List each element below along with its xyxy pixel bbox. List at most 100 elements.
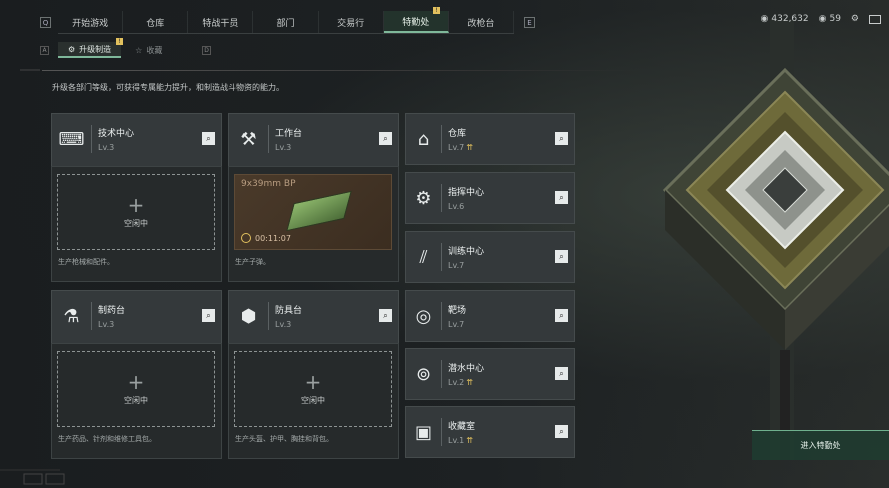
card-title: 工作台	[275, 129, 303, 139]
currency-display: ◉ 432,632	[761, 14, 809, 24]
search-icon[interactable]: ⌕	[202, 309, 215, 322]
department-card-armor[interactable]: ⬢ 防具台 Lv.3 ⌕ + 空闲中 生产头盔、护甲、胸挂和背包。	[228, 290, 399, 459]
card-level: Lv.7	[448, 320, 466, 329]
star-icon: ☆	[135, 45, 143, 55]
tab-label: 交易行	[337, 18, 365, 29]
card-info: 防具台 Lv.3	[275, 303, 302, 329]
card-info: 仓库 Lv.7 ⇈	[448, 126, 473, 152]
dumbbell-icon: ⫽	[406, 243, 442, 271]
crafting-product[interactable]: 9x39mm BP 00:11:07	[234, 174, 392, 250]
craft-slot: + 空闲中 生产枪械和配件。	[51, 166, 222, 282]
card-footer: 生产药品、针剂和维修工具包。	[58, 435, 156, 443]
tab-label: 仓库	[146, 18, 165, 29]
department-card-warehouse[interactable]: ⌂ 仓库 Lv.7 ⇈ ⌕	[405, 113, 575, 165]
divider	[42, 70, 642, 71]
card-header: ⬢ 防具台 Lv.3 ⌕	[229, 291, 398, 341]
nav-prev-key[interactable]: Q	[40, 17, 51, 28]
plus-icon: +	[127, 369, 145, 394]
tab-gunsmith[interactable]: 改枪台	[449, 11, 514, 33]
warehouse-icon: ⌂	[406, 125, 442, 153]
collection-icon: ▣	[406, 418, 442, 446]
level-text: Lv.3	[98, 320, 115, 329]
settings-icon[interactable]: ⚙	[851, 14, 859, 24]
card-info: 技术中心 Lv.3	[98, 126, 134, 152]
level-text: Lv.1	[448, 436, 465, 445]
search-icon[interactable]: ⌕	[555, 425, 568, 438]
level-text: Lv.7	[448, 320, 465, 329]
card-footer: 生产子弹。	[235, 258, 270, 266]
search-icon[interactable]: ⌕	[555, 132, 568, 145]
tab-warehouse[interactable]: 仓库	[123, 11, 189, 33]
card-footer: 生产枪械和配件。	[58, 258, 114, 266]
notification-badge: !	[116, 38, 124, 45]
card-info: 训练中心 Lv.7	[448, 244, 484, 270]
timer-text: 00:11:07	[255, 233, 291, 243]
subtab-upgrade-craft[interactable]: ⚙ 升级制造!	[58, 38, 124, 58]
page-description: 升级各部门等级，可获得专属能力提升，和制造战斗物资的能力。	[52, 83, 284, 92]
upgrade-icon: ⇈	[466, 436, 473, 445]
card-title: 仓库	[448, 129, 467, 139]
department-card-workbench[interactable]: ⚒ 工作台 Lv.3 ⌕ 9x39mm BP 00:11:07 生产子弹。	[228, 113, 399, 282]
craft-slot: + 空闲中 生产头盔、护甲、胸挂和背包。	[228, 343, 399, 459]
subnav-next-key[interactable]: D	[202, 46, 211, 55]
coin-icon: ◉	[760, 14, 769, 24]
department-card-training[interactable]: ⫽ 训练中心 Lv.7 ⌕	[405, 231, 575, 283]
tab-operators[interactable]: 特战干员	[188, 11, 254, 33]
department-card-collection[interactable]: ▣ 收藏室 Lv.1 ⇈ ⌕	[405, 406, 575, 458]
card-info: 工作台 Lv.3	[275, 126, 302, 152]
card-level: Lv.3	[98, 143, 134, 152]
slot-status: 空闲中	[124, 218, 148, 228]
search-icon[interactable]: ⌕	[555, 191, 568, 204]
upgrade-icon: ⇈	[466, 378, 473, 387]
plus-icon: +	[304, 369, 322, 394]
nav-next-key[interactable]: E	[524, 17, 535, 28]
card-level: Lv.7 ⇈	[448, 143, 473, 152]
card-info: 靶场 Lv.7	[448, 303, 466, 329]
search-icon[interactable]: ⌕	[555, 367, 568, 380]
slot-status: 空闲中	[124, 395, 148, 405]
subtab-favorites[interactable]: ☆ 收藏	[125, 42, 172, 58]
cubes-icon: ⬢	[229, 302, 269, 330]
card-title: 训练中心	[448, 247, 485, 257]
tab-label: 特勤处	[402, 17, 430, 28]
tab-start-game[interactable]: 开始游戏	[58, 11, 124, 33]
tab-departments[interactable]: 部门	[253, 11, 319, 33]
card-level: Lv.2 ⇈	[448, 378, 484, 387]
card-level: Lv.7	[448, 261, 484, 270]
level-text: Lv.7	[448, 261, 465, 270]
slot-status: 空闲中	[301, 395, 325, 405]
search-icon[interactable]: ⌕	[379, 309, 392, 322]
enter-special-ops-button[interactable]: 进入特勤处	[752, 430, 889, 460]
tab-trading[interactable]: 交易行	[319, 11, 384, 33]
search-icon[interactable]: ⌕	[202, 132, 215, 145]
department-card-range[interactable]: ◎ 靶场 Lv.7 ⌕	[405, 290, 575, 342]
card-info: 指挥中心 Lv.6	[448, 185, 484, 211]
search-icon[interactable]: ⌕	[379, 132, 392, 145]
level-text: Lv.3	[98, 143, 115, 152]
card-title: 潜水中心	[448, 364, 485, 374]
monitor-icon: ⌨	[52, 125, 92, 153]
tab-special-ops[interactable]: 特勤处!	[383, 7, 449, 33]
subnav-prev-key[interactable]: A	[40, 46, 49, 55]
card-level: Lv.3	[98, 320, 125, 329]
empty-slot[interactable]: + 空闲中	[234, 351, 392, 427]
level-text: Lv.6	[448, 202, 465, 211]
premium-value: 59	[829, 14, 841, 24]
card-info: 制药台 Lv.3	[98, 303, 125, 329]
card-footer: 生产头盔、护甲、胸挂和背包。	[235, 435, 333, 443]
department-card-command[interactable]: ⚙ 指挥中心 Lv.6 ⌕	[405, 172, 575, 224]
tab-label: 开始游戏	[72, 18, 109, 29]
empty-slot[interactable]: + 空闲中	[57, 174, 215, 250]
clock-icon	[241, 233, 251, 243]
empty-slot[interactable]: + 空闲中	[57, 351, 215, 427]
upgrade-icon: ⇈	[466, 143, 473, 152]
level-text: Lv.3	[275, 143, 292, 152]
department-card-tech-center[interactable]: ⌨ 技术中心 Lv.3 ⌕ + 空闲中 生产枪械和配件。	[51, 113, 222, 282]
search-icon[interactable]: ⌕	[555, 309, 568, 322]
craft-slot: + 空闲中 生产药品、针剂和维修工具包。	[51, 343, 222, 459]
search-icon[interactable]: ⌕	[555, 250, 568, 263]
department-card-diving[interactable]: ⊚ 潜水中心 Lv.2 ⇈ ⌕	[405, 348, 575, 400]
gear-icon: ⚙	[68, 44, 76, 54]
department-card-pharmacy[interactable]: ⚗ 制药台 Lv.3 ⌕ + 空闲中 生产药品、针剂和维修工具包。	[51, 290, 222, 459]
mail-icon[interactable]	[869, 14, 881, 24]
